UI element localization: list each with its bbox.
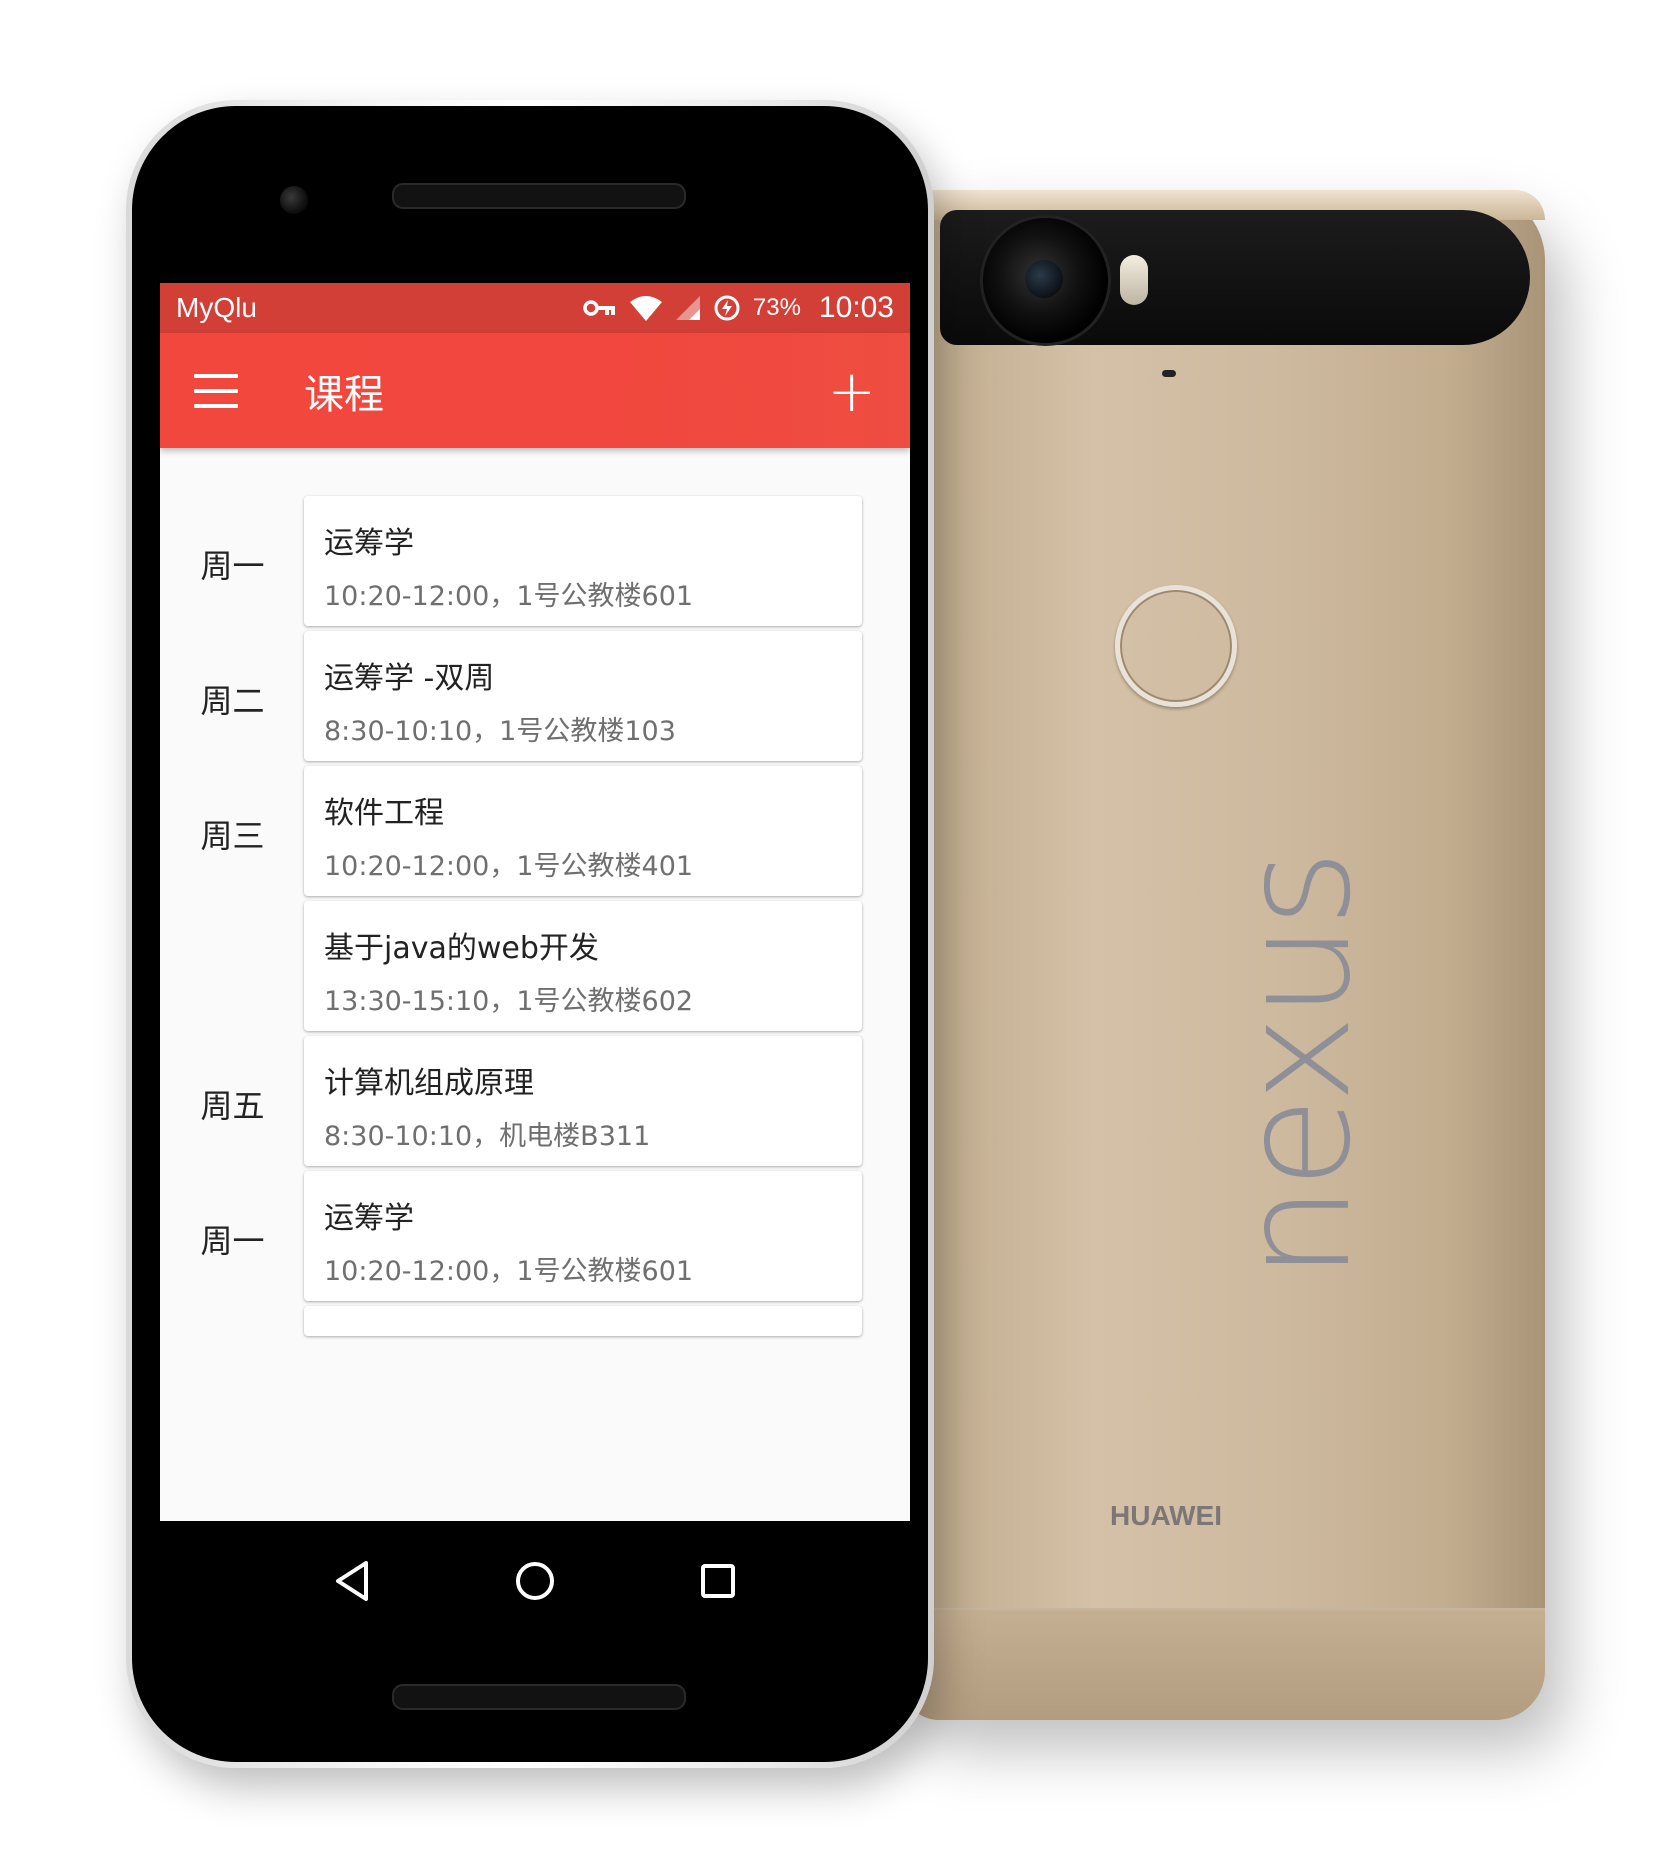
vpn-key-icon — [583, 300, 615, 316]
course-name: 基于java的web开发 — [324, 931, 599, 966]
nexus-logo: nexus — [1210, 853, 1384, 1280]
front-camera-icon — [280, 186, 308, 214]
data-saver-icon — [714, 295, 740, 321]
day-label: 周三 — [200, 816, 265, 855]
app-screen: MyQlu 73% 10:03 课程 + 周一 运筹学 10:20-12:00，… — [160, 283, 910, 1521]
rear-camera-icon — [980, 215, 1111, 346]
course-name: 运筹学 — [324, 1201, 414, 1236]
course-card[interactable]: 运筹学 10:20-12:00，1号公教楼601 — [304, 1171, 862, 1301]
list-item: 周一 运筹学 10:20-12:00，1号公教楼601 — [160, 1171, 910, 1306]
back-phone: nexus HUAWEI — [900, 190, 1545, 1720]
menu-icon[interactable] — [194, 373, 238, 408]
course-list: 周一 运筹学 10:20-12:00，1号公教楼601 周二 运筹学 -双周 8… — [160, 448, 910, 1441]
course-card[interactable]: 运筹学 10:20-12:00，1号公教楼601 — [304, 496, 862, 626]
list-item: 基于java的web开发 13:30-15:10，1号公教楼602 — [160, 901, 910, 1036]
top-speaker — [392, 183, 686, 209]
course-detail: 10:20-12:00，1号公教楼401 — [324, 851, 694, 882]
device-mockup: nexus HUAWEI MyQlu 73% 10:03 课程 + 周一 运筹学… — [0, 0, 1664, 1875]
home-icon[interactable] — [505, 1551, 565, 1611]
cellular-signal-icon — [675, 296, 700, 320]
course-name: 运筹学 — [324, 526, 414, 561]
bottom-speaker — [392, 1684, 686, 1710]
front-phone: MyQlu 73% 10:03 课程 + 周一 运筹学 10:20-12:00，… — [126, 100, 934, 1768]
page-title: 课程 — [304, 371, 384, 418]
status-icons: 73% 10:03 — [583, 291, 894, 325]
wifi-icon — [629, 296, 662, 321]
mic-dot — [1162, 370, 1176, 377]
app-toolbar: 课程 + — [160, 333, 910, 448]
status-bar: MyQlu 73% 10:03 — [160, 283, 910, 333]
course-detail: 10:20-12:00，1号公教楼601 — [324, 581, 694, 612]
recents-icon[interactable] — [688, 1551, 748, 1611]
flash-icon — [1120, 255, 1148, 305]
day-label: 周五 — [200, 1086, 265, 1125]
camera-bar — [940, 210, 1530, 346]
list-item: 周三 软件工程 10:20-12:00，1号公教楼401 — [160, 766, 910, 901]
huawei-logo: HUAWEI — [1110, 1500, 1222, 1531]
course-name: 软件工程 — [324, 796, 444, 831]
battery-percentage: 73% — [752, 294, 801, 321]
course-card[interactable]: 运筹学 -双周 8:30-10:10，1号公教楼103 — [304, 631, 862, 761]
fingerprint-sensor-icon — [1115, 585, 1237, 707]
list-item: 周二 运筹学 -双周 8:30-10:10，1号公教楼103 — [160, 631, 910, 766]
course-detail: 8:30-10:10，1号公教楼103 — [324, 716, 676, 747]
list-item — [160, 1306, 910, 1441]
course-detail: 10:20-12:00，1号公教楼601 — [324, 1256, 694, 1287]
course-name: 计算机组成原理 — [324, 1066, 534, 1101]
course-detail: 8:30-10:10，机电楼B311 — [324, 1121, 651, 1152]
day-label: 周二 — [200, 681, 265, 720]
status-app-name: MyQlu — [176, 292, 257, 323]
status-clock: 10:03 — [818, 291, 894, 324]
back-rim-bottom — [900, 1608, 1545, 1720]
back-icon[interactable] — [322, 1551, 382, 1611]
day-label: 周一 — [200, 1221, 265, 1260]
front-body: MyQlu 73% 10:03 课程 + 周一 运筹学 10:20-12:00，… — [132, 106, 928, 1762]
add-icon[interactable]: + — [827, 362, 876, 420]
list-item: 周一 运筹学 10:20-12:00，1号公教楼601 — [160, 496, 910, 631]
course-name: 运筹学 -双周 — [324, 661, 495, 696]
list-item: 周五 计算机组成原理 8:30-10:10，机电楼B311 — [160, 1036, 910, 1171]
course-card-partial[interactable] — [304, 1306, 862, 1336]
day-label: 周一 — [200, 546, 265, 585]
course-card[interactable]: 基于java的web开发 13:30-15:10，1号公教楼602 — [304, 901, 862, 1031]
course-card[interactable]: 计算机组成原理 8:30-10:10，机电楼B311 — [304, 1036, 862, 1166]
course-card[interactable]: 软件工程 10:20-12:00，1号公教楼401 — [304, 766, 862, 896]
course-detail: 13:30-15:10，1号公教楼602 — [324, 986, 694, 1017]
nav-bar — [160, 1521, 910, 1641]
